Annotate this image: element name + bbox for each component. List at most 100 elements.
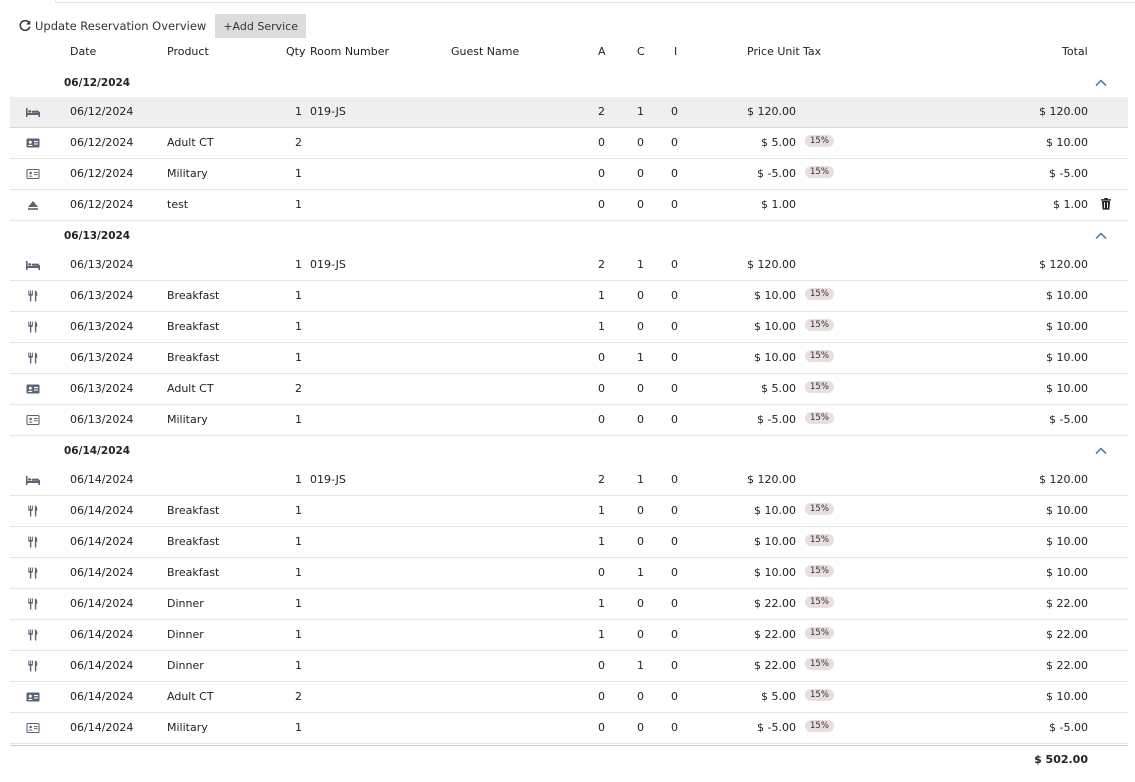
table-row[interactable]: 06/14/2024 Breakfast 1 1 0 0 $ 10.00 15% $… [10, 496, 1128, 527]
row-date: 06/13/2024 [70, 382, 134, 395]
col-tax[interactable]: Tax [803, 45, 821, 58]
col-room-number[interactable]: Room Number [310, 45, 389, 58]
utensils-icon [26, 352, 40, 364]
table-row[interactable]: 06/14/2024 Breakfast 1 0 1 0 $ 10.00 15% $… [10, 558, 1128, 589]
row-adults: 1 [598, 320, 605, 333]
id-card-icon [26, 691, 40, 703]
row-infants: 0 [671, 258, 678, 271]
group-date: 06/13/2024 [64, 230, 131, 242]
row-product: Breakfast [167, 504, 220, 517]
row-infants: 0 [671, 690, 678, 703]
row-children: 1 [637, 351, 644, 364]
row-qty: 1 [295, 597, 302, 610]
update-reservation-label: Update Reservation Overview [35, 19, 207, 33]
chevron-up-icon[interactable] [1094, 444, 1108, 458]
row-product: Military [167, 167, 208, 180]
table-row[interactable]: 06/12/2024 Military 1 0 0 0 $ -5.00 15% $ … [10, 159, 1128, 190]
table-row[interactable]: 06/12/2024 1 019-JS 2 1 0 $ 120.00 $ 120.… [10, 97, 1128, 128]
add-service-button[interactable]: +Add Service [215, 14, 306, 38]
utensils-icon [26, 598, 40, 610]
row-infants: 0 [671, 597, 678, 610]
utensils-icon [26, 536, 40, 548]
row-product: Dinner [167, 597, 204, 610]
row-price-unit: $ 5.00 [761, 690, 796, 703]
table-row[interactable]: 06/13/2024 Breakfast 1 0 1 0 $ 10.00 15% $… [10, 343, 1128, 374]
col-children[interactable]: C [637, 45, 645, 58]
col-total[interactable]: Total [1062, 45, 1088, 58]
row-price-unit: $ 10.00 [754, 320, 796, 333]
row-total: $ 22.00 [1046, 659, 1088, 672]
row-product: Military [167, 413, 208, 426]
table-row[interactable]: 06/13/2024 1 019-JS 2 1 0 $ 120.00 $ 120.… [10, 250, 1128, 281]
chevron-up-icon[interactable] [1094, 76, 1108, 90]
tax-badge: 15% [805, 565, 834, 577]
table-row[interactable]: 06/14/2024 Adult CT 2 0 0 0 $ 5.00 15% $ 1… [10, 682, 1128, 713]
row-qty: 1 [295, 289, 302, 302]
row-adults: 0 [598, 167, 605, 180]
row-children: 0 [637, 413, 644, 426]
col-product[interactable]: Product [167, 45, 209, 58]
row-qty: 1 [295, 566, 302, 579]
table-row[interactable]: 06/14/2024 Dinner 1 1 0 0 $ 22.00 15% $ 22… [10, 620, 1128, 651]
group-date: 06/12/2024 [64, 77, 131, 89]
table-row[interactable]: 06/13/2024 Military 1 0 0 0 $ -5.00 15% $ … [10, 405, 1128, 436]
row-price-unit: $ 1.00 [761, 198, 796, 211]
row-date: 06/14/2024 [70, 566, 134, 579]
row-infants: 0 [671, 413, 678, 426]
table-row[interactable]: 06/13/2024 Breakfast 1 1 0 0 $ 10.00 15% $… [10, 281, 1128, 312]
trash-icon[interactable] [1101, 198, 1111, 210]
row-qty: 1 [295, 628, 302, 641]
table-row[interactable]: 06/14/2024 Dinner 1 1 0 0 $ 22.00 15% $ 22… [10, 589, 1128, 620]
tax-badge: 15% [805, 658, 834, 670]
table-row[interactable]: 06/14/2024 Military 1 0 0 0 $ -5.00 15% $ … [10, 713, 1128, 744]
row-price-unit: $ 22.00 [754, 628, 796, 641]
row-adults: 0 [598, 659, 605, 672]
row-total: $ 120.00 [1039, 258, 1088, 271]
row-children: 0 [637, 289, 644, 302]
row-product: test [167, 198, 189, 211]
row-infants: 0 [671, 136, 678, 149]
table-row[interactable]: 06/14/2024 1 019-JS 2 1 0 $ 120.00 $ 120.… [10, 465, 1128, 496]
table-row[interactable]: 06/12/2024 test 1 0 0 0 $ 1.00 $ 1.00 [10, 190, 1128, 221]
table-row[interactable]: 06/14/2024 Breakfast 1 1 0 0 $ 10.00 15% $… [10, 527, 1128, 558]
row-price-unit: $ -5.00 [757, 721, 796, 734]
col-infants[interactable]: I [674, 45, 677, 58]
refresh-icon [19, 20, 31, 32]
tax-badge: 15% [805, 135, 834, 147]
tax-badge: 15% [805, 627, 834, 639]
col-price-unit[interactable]: Price Unit [747, 45, 800, 58]
utensils-icon [26, 290, 40, 302]
row-date: 06/14/2024 [70, 659, 134, 672]
row-total: $ 10.00 [1046, 382, 1088, 395]
row-infants: 0 [671, 198, 678, 211]
row-total: $ 22.00 [1046, 628, 1088, 641]
row-price-unit: $ 10.00 [754, 351, 796, 364]
update-reservation-button[interactable]: Update Reservation Overview [19, 14, 206, 38]
row-infants: 0 [671, 659, 678, 672]
table-row[interactable]: 06/13/2024 Breakfast 1 1 0 0 $ 10.00 15% $… [10, 312, 1128, 343]
row-product: Breakfast [167, 320, 220, 333]
table-row[interactable]: 06/13/2024 Adult CT 2 0 0 0 $ 5.00 15% $ 1… [10, 374, 1128, 405]
row-adults: 0 [598, 198, 605, 211]
row-date: 06/13/2024 [70, 413, 134, 426]
chevron-up-icon[interactable] [1094, 229, 1108, 243]
col-guest-name[interactable]: Guest Name [451, 45, 519, 58]
row-date: 06/14/2024 [70, 690, 134, 703]
row-total: $ 10.00 [1046, 690, 1088, 703]
table-row[interactable]: 06/14/2024 Dinner 1 0 1 0 $ 22.00 15% $ 22… [10, 651, 1128, 682]
col-date[interactable]: Date [70, 45, 96, 58]
id-card-icon [26, 383, 40, 395]
table-row[interactable]: 06/12/2024 Adult CT 2 0 0 0 $ 5.00 15% $ 1… [10, 128, 1128, 159]
row-children: 0 [637, 382, 644, 395]
row-product: Breakfast [167, 566, 220, 579]
table-header: Date Product Qty Room Number Guest Name … [10, 45, 1128, 63]
row-total: $ 10.00 [1046, 320, 1088, 333]
row-price-unit: $ 22.00 [754, 659, 796, 672]
col-adults[interactable]: A [598, 45, 606, 58]
tax-badge: 15% [805, 350, 834, 362]
tax-badge: 15% [805, 288, 834, 300]
row-date: 06/13/2024 [70, 289, 134, 302]
col-qty[interactable]: Qty [286, 45, 305, 58]
row-adults: 1 [598, 628, 605, 641]
utensils-icon [26, 321, 40, 333]
